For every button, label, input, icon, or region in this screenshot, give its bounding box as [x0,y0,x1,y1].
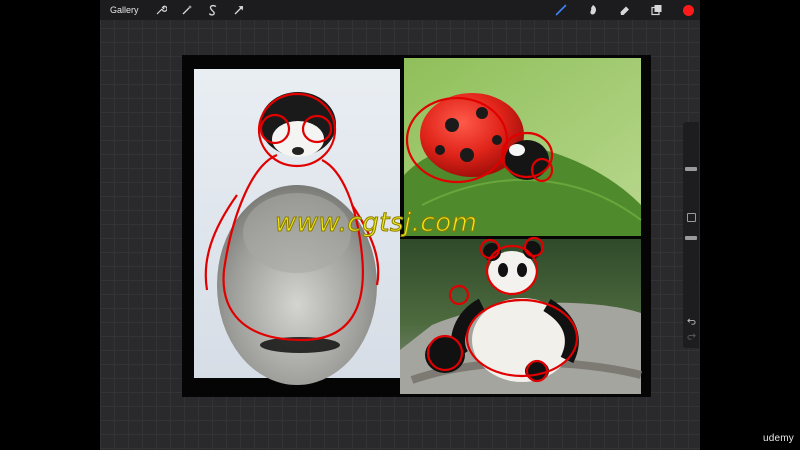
brush-size-slider[interactable] [685,167,697,171]
udemy-logo: udemy [762,433,794,444]
gallery-button[interactable]: Gallery [110,5,139,15]
color-picker-button[interactable] [683,4,694,16]
wrench-icon[interactable] [153,2,169,18]
redo-icon [686,333,696,340]
magic-wand-icon[interactable] [179,2,195,18]
watermark-text: www.cgtsj.com [274,208,478,239]
top-toolbar: Gallery [100,0,700,20]
smudge-icon[interactable] [585,2,601,18]
undo-icon [686,318,696,325]
transform-arrow-icon[interactable] [231,2,247,18]
right-tools [537,0,694,20]
brush-icon[interactable] [553,2,569,18]
eraser-icon[interactable] [617,2,633,18]
layers-icon[interactable] [649,2,665,18]
eyedropper-button[interactable] [687,213,696,222]
brush-opacity-slider[interactable] [685,236,697,240]
panda-photo [400,239,642,394]
selection-s-icon[interactable] [205,2,221,18]
brush-sidebar [683,122,699,348]
redo-button[interactable] [685,332,697,342]
undo-button[interactable] [685,317,697,327]
